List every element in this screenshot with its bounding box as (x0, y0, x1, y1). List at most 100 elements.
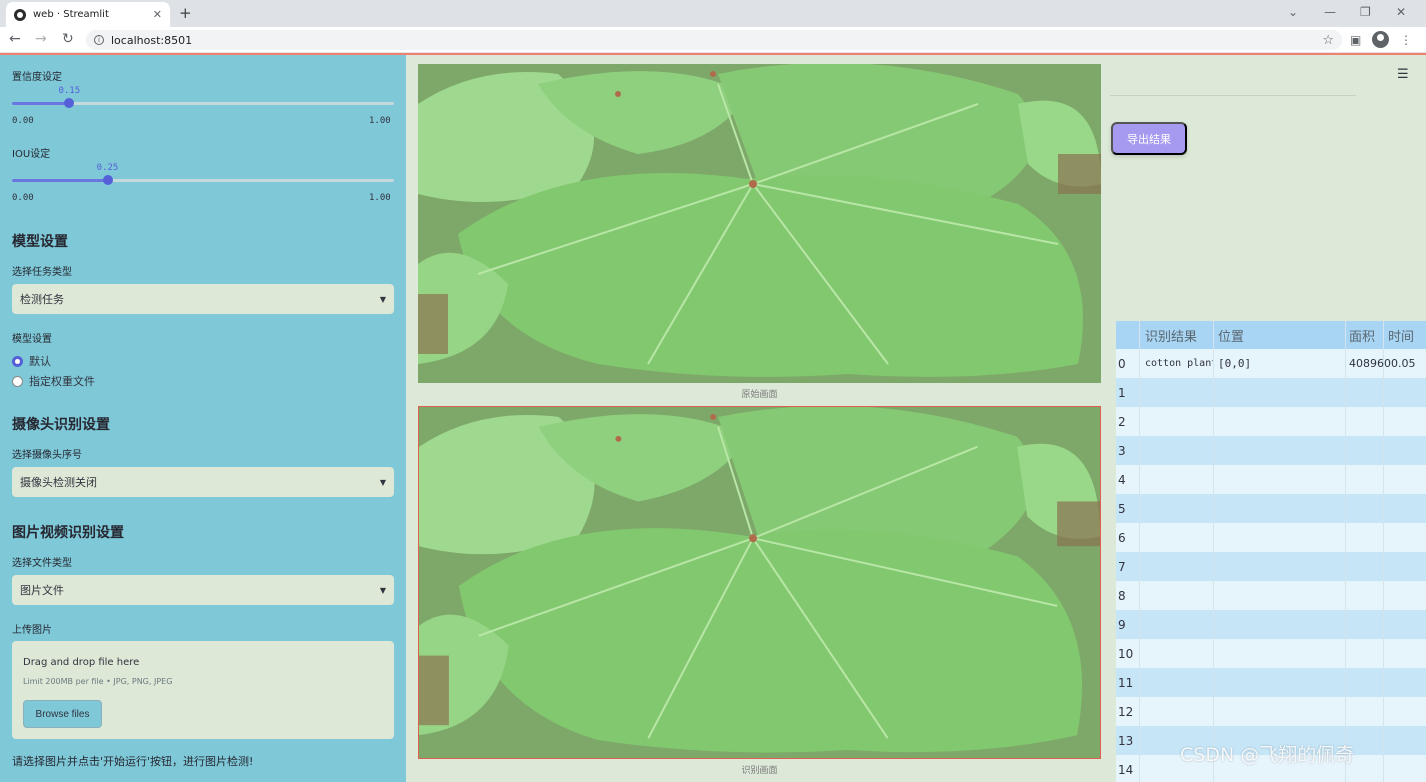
table-row[interactable]: 7 (1116, 552, 1426, 581)
table-cell-time (1384, 407, 1426, 436)
table-cell-name (1140, 552, 1214, 581)
table-cell-idx: 2 (1116, 407, 1140, 436)
table-cell-idx: 3 (1116, 436, 1140, 465)
profile-avatar[interactable] (1372, 31, 1389, 48)
table-cell-pos (1214, 436, 1346, 465)
radio-default[interactable]: 默认 (12, 353, 51, 369)
radio-custom-weights[interactable]: 指定权重文件 (12, 373, 95, 389)
model-setting-label: 模型设置 (12, 334, 52, 345)
table-row[interactable]: 11 (1116, 668, 1426, 697)
run-hint-text: 请选择图片并点击'开始运行'按钮，进行图片检测! (12, 755, 254, 768)
table-header-cell[interactable]: 时间 (1384, 321, 1426, 349)
table-row[interactable]: 5 (1116, 494, 1426, 523)
camera-index-select[interactable]: 摄像头检测关闭 ▼ (12, 467, 394, 497)
table-header-cell[interactable] (1116, 321, 1140, 349)
sidepanel-icon[interactable]: ▣ (1350, 33, 1361, 47)
menu-dots-icon[interactable]: ⋮ (1400, 33, 1412, 47)
confidence-slider-fill (12, 102, 70, 105)
table-cell-area (1346, 378, 1384, 407)
dropzone-limit-text: Limit 200MB per file • JPG, PNG, JPEG (23, 677, 173, 686)
table-row[interactable]: 0 cotton plant [0,0] 4089600.05 (1116, 349, 1426, 378)
table-cell-time (1384, 552, 1426, 581)
table-cell-pos (1214, 378, 1346, 407)
table-cell-name (1140, 494, 1214, 523)
table-cell-pos (1214, 552, 1346, 581)
site-info-icon[interactable]: i (94, 35, 104, 45)
results-table[interactable]: 识别结果 位置 面积 时间 0 cotton plant [0,0] 4089600.05 1 2… (1116, 321, 1426, 782)
table-header-cell[interactable]: 位置 (1214, 321, 1346, 349)
export-results-button[interactable]: 导出结果 (1111, 122, 1187, 155)
table-cell-name (1140, 668, 1214, 697)
media-section-heading: 图片视频识别设置 (12, 525, 124, 541)
table-row[interactable]: 4 (1116, 465, 1426, 494)
address-bar[interactable]: i localhost:8501 ☆ (86, 30, 1342, 50)
confidence-slider[interactable] (12, 98, 394, 108)
table-cell-pos (1214, 639, 1346, 668)
table-cell-time (1384, 378, 1426, 407)
confidence-value: 0.15 (58, 86, 81, 96)
table-row[interactable]: 2 (1116, 407, 1426, 436)
table-cell-time (1384, 523, 1426, 552)
iou-slider-thumb[interactable] (102, 175, 113, 185)
new-tab-icon[interactable]: + (179, 4, 192, 22)
table-row[interactable]: 6 (1116, 523, 1426, 552)
original-image-caption: 原始画面 (741, 390, 778, 400)
table-cell-idx: 6 (1116, 523, 1140, 552)
confidence-slider-thumb[interactable] (64, 98, 75, 108)
csdn-watermark: CSDN @飞翔的佩奇 (1180, 744, 1355, 766)
table-row[interactable]: 12 (1116, 697, 1426, 726)
reload-icon[interactable]: ↻ (62, 31, 74, 47)
table-cell-area (1346, 523, 1384, 552)
table-header-cell[interactable]: 识别结果 (1140, 321, 1214, 349)
table-row[interactable]: 9 (1116, 610, 1426, 639)
minimize-icon[interactable]: — (1324, 5, 1336, 19)
iou-slider-fill (12, 179, 108, 182)
task-type-label: 选择任务类型 (12, 267, 72, 278)
camera-index-label: 选择摄像头序号 (12, 450, 82, 461)
table-cell-time (1384, 726, 1426, 755)
table-row[interactable]: 1 (1116, 378, 1426, 407)
table-cell-name (1140, 697, 1214, 726)
table-row[interactable]: 10 (1116, 639, 1426, 668)
table-cell-idx: 5 (1116, 494, 1140, 523)
chevron-down-icon: ▼ (379, 477, 386, 487)
window-close-icon[interactable]: ✕ (1396, 5, 1406, 19)
main-content: 原始画面 识别画面 ☰ 导出结果 识别结果 位置 面积 时间 0 cotton plant… (406, 55, 1426, 782)
bookmark-star-icon[interactable]: ☆ (1322, 33, 1334, 48)
restore-icon[interactable]: ❐ (1360, 5, 1371, 19)
chevron-down-icon: ▼ (379, 585, 386, 595)
table-cell-name (1140, 436, 1214, 465)
table-cell-area (1346, 407, 1384, 436)
tab-search-icon[interactable]: ⌄ (1288, 5, 1298, 19)
table-cell-pos (1214, 494, 1346, 523)
close-tab-icon[interactable]: ✕ (153, 8, 162, 21)
browse-files-button[interactable]: Browse files (23, 700, 102, 728)
table-cell-idx: 0 (1116, 349, 1140, 378)
file-dropzone[interactable]: Drag and drop file here Limit 200MB per … (12, 641, 394, 739)
table-cell-idx: 14 (1116, 755, 1140, 782)
divider (1110, 95, 1356, 96)
table-cell-time (1384, 581, 1426, 610)
browser-tab[interactable]: web · Streamlit ✕ (6, 2, 170, 27)
table-cell-idx: 1 (1116, 378, 1140, 407)
table-cell-area (1346, 581, 1384, 610)
iou-slider[interactable] (12, 175, 394, 185)
table-cell-name (1140, 639, 1214, 668)
back-icon[interactable]: ← (9, 31, 21, 47)
camera-index-value: 摄像头检测关闭 (20, 476, 97, 489)
hamburger-menu-icon[interactable]: ☰ (1397, 67, 1409, 82)
table-cell-name (1140, 378, 1214, 407)
browser-tabbar: web · Streamlit ✕ + ⌄ — ❐ ✕ (0, 0, 1426, 27)
forward-icon[interactable]: → (35, 31, 47, 47)
table-cell-time (1384, 639, 1426, 668)
table-cell-time (1384, 610, 1426, 639)
table-row[interactable]: 3 (1116, 436, 1426, 465)
file-type-select[interactable]: 图片文件 ▼ (12, 575, 394, 605)
table-cell-idx: 13 (1116, 726, 1140, 755)
table-header-cell[interactable]: 面积 (1346, 321, 1384, 349)
table-cell-time (1384, 755, 1426, 782)
table-cell-area (1346, 668, 1384, 697)
task-type-select[interactable]: 检测任务 ▼ (12, 284, 394, 314)
table-cell-time (1384, 349, 1426, 378)
table-row[interactable]: 8 (1116, 581, 1426, 610)
